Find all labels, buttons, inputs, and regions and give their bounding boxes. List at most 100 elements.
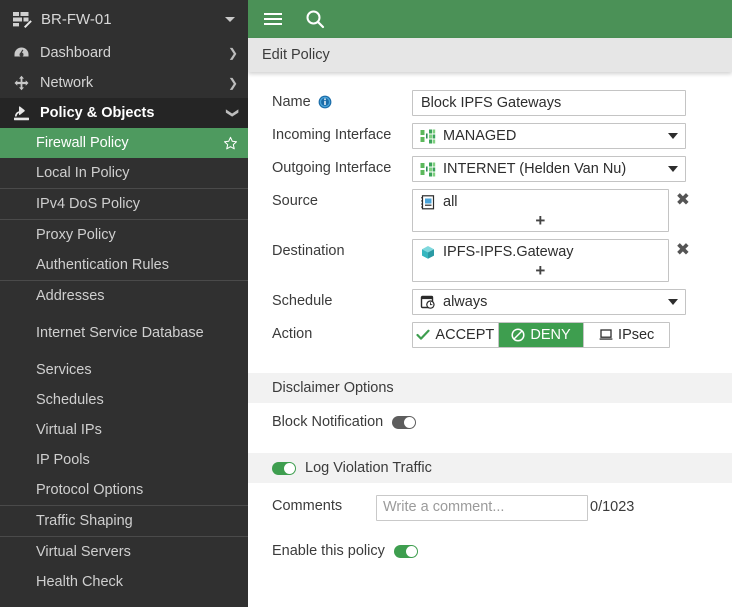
info-icon[interactable] (318, 95, 332, 109)
control-action: ACCEPT DENY (412, 322, 690, 348)
action-option-ipsec[interactable]: IPsec (584, 323, 669, 347)
schedule-clock-icon (420, 295, 436, 310)
sidebar-item-local-in-policy[interactable]: Local In Policy (0, 158, 248, 188)
section-spacer (248, 441, 732, 453)
nav-item-dashboard[interactable]: Dashboard (0, 38, 248, 68)
sidebar-item-label: IPv4 DoS Policy (36, 196, 238, 212)
field-row-source: Source (248, 189, 732, 232)
enable-policy-toggle[interactable] (394, 545, 418, 558)
interface-group-icon (420, 129, 436, 144)
sidebar-item-label: IP Pools (36, 452, 238, 468)
schedule-value: always (443, 294, 662, 310)
sidebar-item-proxy-policy[interactable]: Proxy Policy (0, 220, 248, 250)
label-block-notification: Block Notification (272, 414, 383, 430)
sidebar-item-label: Virtual Servers (36, 544, 238, 560)
sidebar-item-health-check[interactable]: Health Check (0, 567, 248, 597)
action-option-label: ACCEPT (435, 327, 494, 343)
sidebar-item-addresses[interactable]: Addresses (0, 281, 248, 311)
sidebar-item-label: Protocol Options (36, 482, 238, 498)
action-option-deny[interactable]: DENY (499, 323, 585, 347)
sidebar-item-internet-service-database[interactable]: Internet Service Database (0, 311, 248, 355)
label-destination: Destination (272, 239, 412, 259)
control-name (412, 90, 690, 116)
nav-top-group: Dashboard Network Policy & Objects (0, 38, 248, 128)
field-row-destination: Destination IPFS-IPFS.Gateway + (248, 239, 732, 282)
sidebar-item-virtual-servers[interactable]: Virtual Servers (0, 537, 248, 567)
chevron-down-icon (228, 107, 238, 119)
toggle-knob (404, 417, 415, 428)
label-outgoing-interface: Outgoing Interface (272, 156, 412, 176)
search-icon[interactable] (304, 8, 326, 30)
source-remove-button[interactable]: ✖ (676, 192, 690, 209)
action-toggle-group: ACCEPT DENY (412, 322, 670, 348)
nav-item-policy-and-objects[interactable]: Policy & Objects (0, 98, 248, 128)
destination-entry-label: IPFS-IPFS.Gateway (443, 244, 574, 260)
sidebar-item-ipv4-dos-policy[interactable]: IPv4 DoS Policy (0, 189, 248, 219)
firewall-device-icon (12, 10, 32, 28)
sidebar-item-authentication-rules[interactable]: Authentication Rules (0, 250, 248, 280)
edit-policy-form: Name Incoming Interface (248, 72, 732, 607)
field-row-action: Action ACCEPT (248, 322, 732, 348)
chevron-down-icon (668, 166, 678, 172)
fortigate-app-window: BR-FW-01 Dashboard Network (0, 0, 732, 607)
block-notification-toggle[interactable] (392, 416, 416, 429)
main-panel: Edit Policy Name (248, 0, 732, 607)
sidebar-item-firewall-policy[interactable]: Firewall Policy (0, 128, 248, 158)
sidebar-item-label: Services (36, 362, 238, 378)
chevron-down-icon (668, 133, 678, 139)
control-schedule: always (412, 289, 690, 315)
label-incoming-interface: Incoming Interface (272, 123, 412, 143)
outgoing-interface-select[interactable]: INTERNET (Helden Van Nu) (412, 156, 686, 182)
device-selector[interactable]: BR-FW-01 (0, 0, 248, 38)
dashboard-gauge-icon (12, 45, 31, 61)
source-add-button[interactable]: + (413, 211, 668, 229)
label-schedule: Schedule (272, 289, 412, 309)
sidebar-item-services[interactable]: Services (0, 355, 248, 385)
field-row-log-violation-traffic: Log Violation Traffic (248, 453, 732, 483)
sidebar-item-label: Firewall Policy (36, 135, 223, 151)
destination-remove-button[interactable]: ✖ (676, 242, 690, 259)
log-violation-traffic-toggle[interactable] (272, 462, 296, 475)
hamburger-menu-icon[interactable] (262, 8, 284, 30)
source-entry[interactable]: all (413, 193, 668, 211)
outgoing-interface-value: INTERNET (Helden Van Nu) (443, 161, 662, 177)
sidebar-item-virtual-ips[interactable]: Virtual IPs (0, 415, 248, 445)
label-name: Name (272, 90, 412, 110)
sidebar-item-label: Schedules (36, 392, 238, 408)
control-incoming-interface: MANAGED (412, 123, 690, 149)
sidebar-item-traffic-shaping[interactable]: Traffic Shaping (0, 506, 248, 536)
sidebar-item-schedules[interactable]: Schedules (0, 385, 248, 415)
destination-entry[interactable]: IPFS-IPFS.Gateway (413, 243, 668, 261)
label-comments: Comments (272, 495, 376, 514)
destination-add-button[interactable]: + (413, 261, 668, 279)
nav-label: Policy & Objects (40, 105, 228, 121)
chevron-right-icon (228, 47, 238, 59)
page-title: Edit Policy (262, 47, 330, 63)
field-row-enable-policy: Enable this policy (248, 521, 732, 559)
field-row-block-notification: Block Notification (248, 403, 732, 441)
network-move-icon (12, 75, 31, 91)
destination-list: IPFS-IPFS.Gateway + (412, 239, 669, 282)
sidebar-item-label: Authentication Rules (36, 257, 238, 273)
nav-item-network[interactable]: Network (0, 68, 248, 98)
policy-name-input[interactable] (412, 90, 686, 116)
sidebar-item-label: Addresses (36, 288, 238, 304)
toggle-knob (284, 463, 295, 474)
label-enable-policy: Enable this policy (272, 543, 385, 559)
sidebar-item-ip-pools[interactable]: IP Pools (0, 445, 248, 475)
control-destination: IPFS-IPFS.Gateway + ✖ (412, 239, 690, 282)
sidebar-item-protocol-options[interactable]: Protocol Options (0, 475, 248, 505)
schedule-select[interactable]: always (412, 289, 686, 315)
breadcrumb: Edit Policy (248, 38, 732, 72)
field-row-schedule: Schedule always (248, 289, 732, 315)
star-outline-icon[interactable] (223, 136, 238, 151)
incoming-interface-select[interactable]: MANAGED (412, 123, 686, 149)
control-outgoing-interface: INTERNET (Helden Van Nu) (412, 156, 690, 182)
chevron-right-icon (228, 77, 238, 89)
action-option-accept[interactable]: ACCEPT (413, 323, 499, 347)
sidebar-item-label: Traffic Shaping (36, 513, 238, 529)
label-action: Action (272, 322, 412, 342)
comments-textarea[interactable] (376, 495, 588, 521)
control-comments: 0/1023 (376, 495, 634, 521)
sidebar-item-label: Health Check (36, 574, 238, 590)
